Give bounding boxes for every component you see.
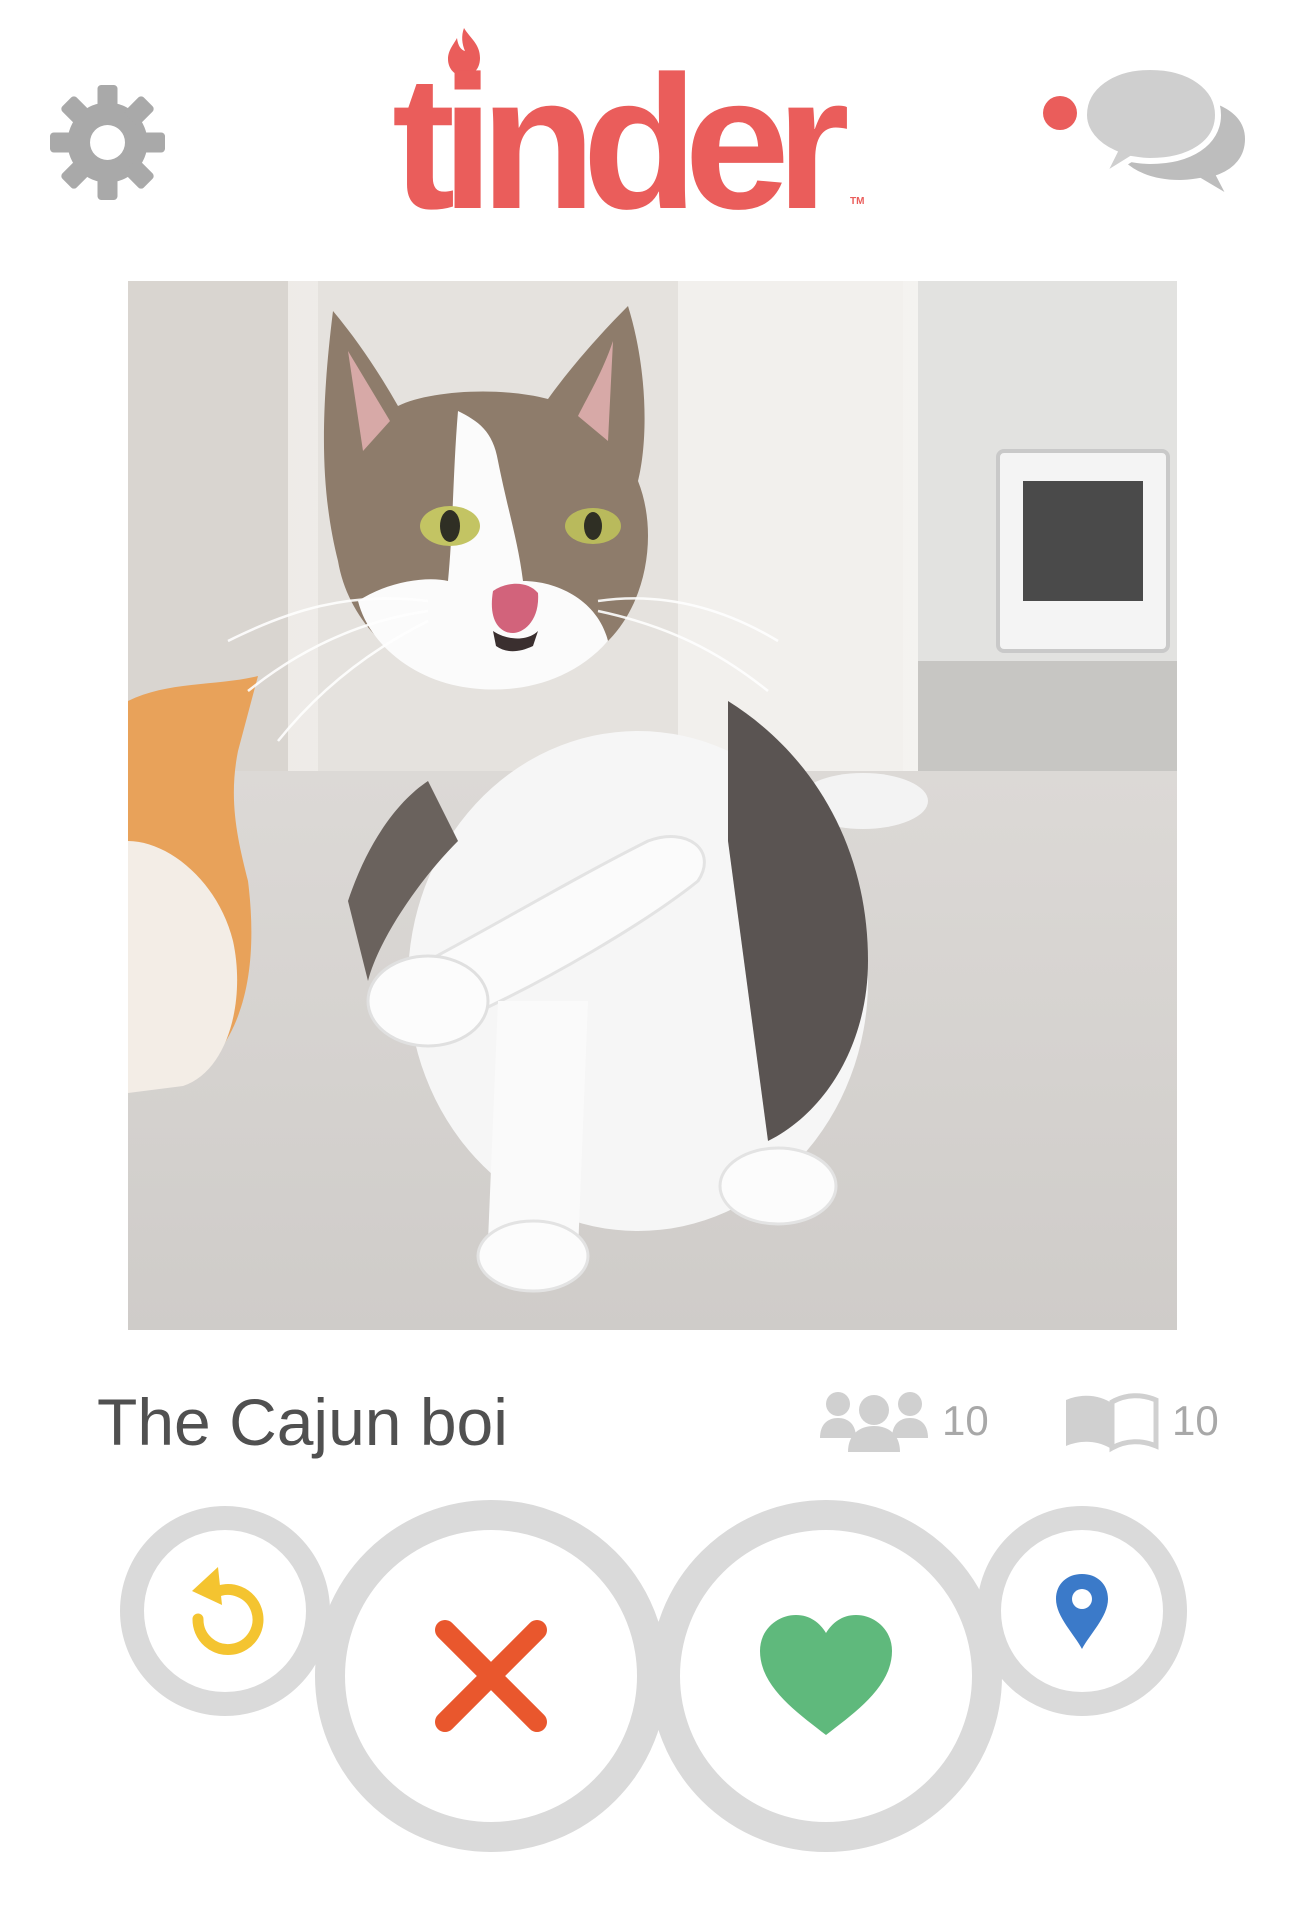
unread-dot bbox=[1043, 96, 1077, 130]
cat-photo bbox=[128, 281, 1177, 1330]
rewind-icon bbox=[192, 1567, 264, 1655]
nope-button[interactable] bbox=[315, 1500, 667, 1852]
rewind-button[interactable] bbox=[120, 1506, 330, 1716]
interests-count: 10 bbox=[1172, 1397, 1219, 1444]
interests-stat[interactable]: 10 bbox=[1062, 1386, 1219, 1456]
trademark-mark: TM bbox=[850, 196, 865, 207]
profile-info-row: The Cajun boi 10 10 bbox=[0, 1370, 1305, 1470]
close-icon bbox=[435, 1620, 547, 1732]
tinder-logo: tinder TM bbox=[392, 20, 892, 238]
profile-name[interactable]: The Cajun boi bbox=[97, 1384, 508, 1460]
location-pin-icon bbox=[1056, 1574, 1108, 1649]
mutual-friends-count: 10 bbox=[942, 1397, 989, 1444]
logo-wordmark: tinder bbox=[392, 37, 850, 249]
mutual-friends-stat[interactable]: 10 bbox=[818, 1386, 989, 1456]
settings-button[interactable] bbox=[45, 80, 170, 205]
messages-button[interactable] bbox=[1030, 55, 1265, 208]
action-bar bbox=[0, 1500, 1305, 1920]
like-button[interactable] bbox=[650, 1500, 1002, 1852]
gear-icon bbox=[50, 85, 165, 200]
chat-bubbles-icon bbox=[1043, 63, 1252, 208]
interests-book-icon bbox=[1066, 1393, 1159, 1453]
heart-icon bbox=[760, 1615, 892, 1735]
mutual-friends-icon bbox=[820, 1392, 928, 1452]
top-bar: tinder TM bbox=[0, 0, 1305, 240]
location-button[interactable] bbox=[977, 1506, 1187, 1716]
profile-photo[interactable] bbox=[128, 281, 1177, 1330]
